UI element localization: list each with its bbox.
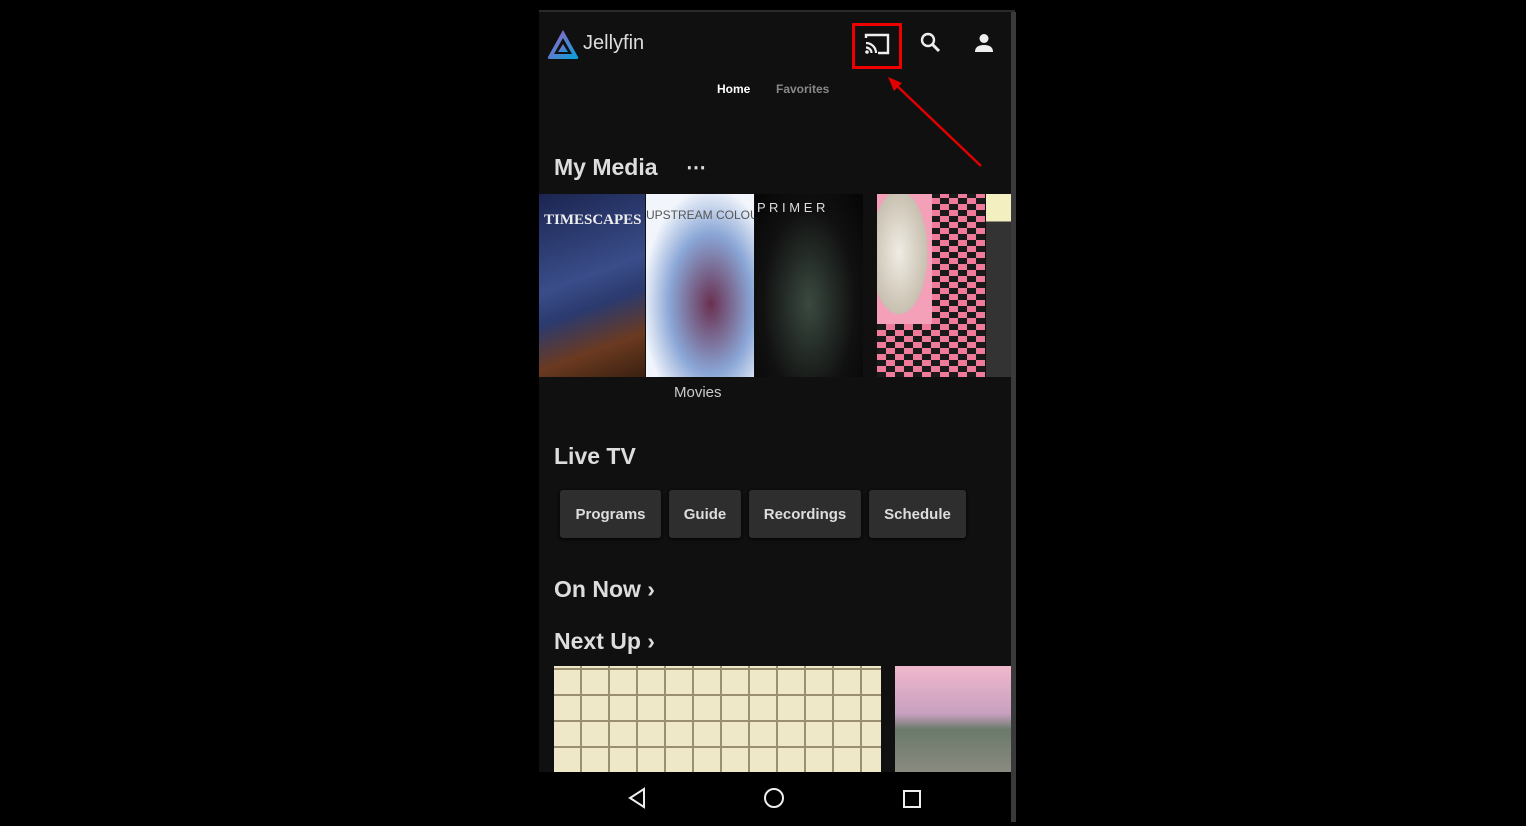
poster-primer: P R I M E R xyxy=(755,194,863,377)
movies-library-card[interactable]: TIMESCAPES UPSTREAM COLOUR P R I M E R xyxy=(539,194,863,377)
poster-partial[interactable] xyxy=(986,194,1011,377)
live-tv-heading: Live TV xyxy=(554,443,636,469)
library-label-movies[interactable]: Movies xyxy=(674,384,722,401)
poster-album-art[interactable] xyxy=(877,194,985,377)
more-options-icon[interactable]: ⋯ xyxy=(686,155,706,180)
tab-home[interactable]: Home xyxy=(717,82,750,96)
app-title: Jellyfin xyxy=(583,32,645,54)
programs-button[interactable]: Programs xyxy=(560,490,661,538)
recordings-button[interactable]: Recordings xyxy=(749,490,861,538)
home-icon[interactable] xyxy=(763,787,785,809)
scrollbar[interactable] xyxy=(1011,12,1016,822)
jellyfin-logo-icon xyxy=(547,30,579,59)
poster-title: UPSTREAM COLOUR xyxy=(646,208,754,222)
guide-button[interactable]: Guide xyxy=(669,490,741,538)
recents-icon[interactable] xyxy=(902,789,922,809)
next-up-thumbnail[interactable] xyxy=(895,666,1011,772)
poster-timescapes: TIMESCAPES xyxy=(539,194,645,377)
on-now-link[interactable]: On Now › xyxy=(554,576,655,603)
search-icon[interactable] xyxy=(920,32,942,54)
next-up-thumbnail[interactable] xyxy=(554,666,881,772)
phone-screen: Jellyfin Home Favorites My Media ⋯ TIMES… xyxy=(539,12,1011,822)
annotation-highlight-box xyxy=(852,23,902,69)
tab-favorites[interactable]: Favorites xyxy=(776,82,829,96)
android-nav-bar xyxy=(539,772,1011,822)
poster-title: P R I M E R xyxy=(757,200,826,215)
my-media-heading: My Media xyxy=(554,154,658,180)
back-icon[interactable] xyxy=(627,787,647,809)
next-up-link[interactable]: Next Up › xyxy=(554,628,655,655)
poster-title: TIMESCAPES xyxy=(544,212,642,228)
schedule-button[interactable]: Schedule xyxy=(869,490,966,538)
poster-upstream-colour: UPSTREAM COLOUR xyxy=(646,194,754,377)
user-icon[interactable] xyxy=(974,33,994,53)
